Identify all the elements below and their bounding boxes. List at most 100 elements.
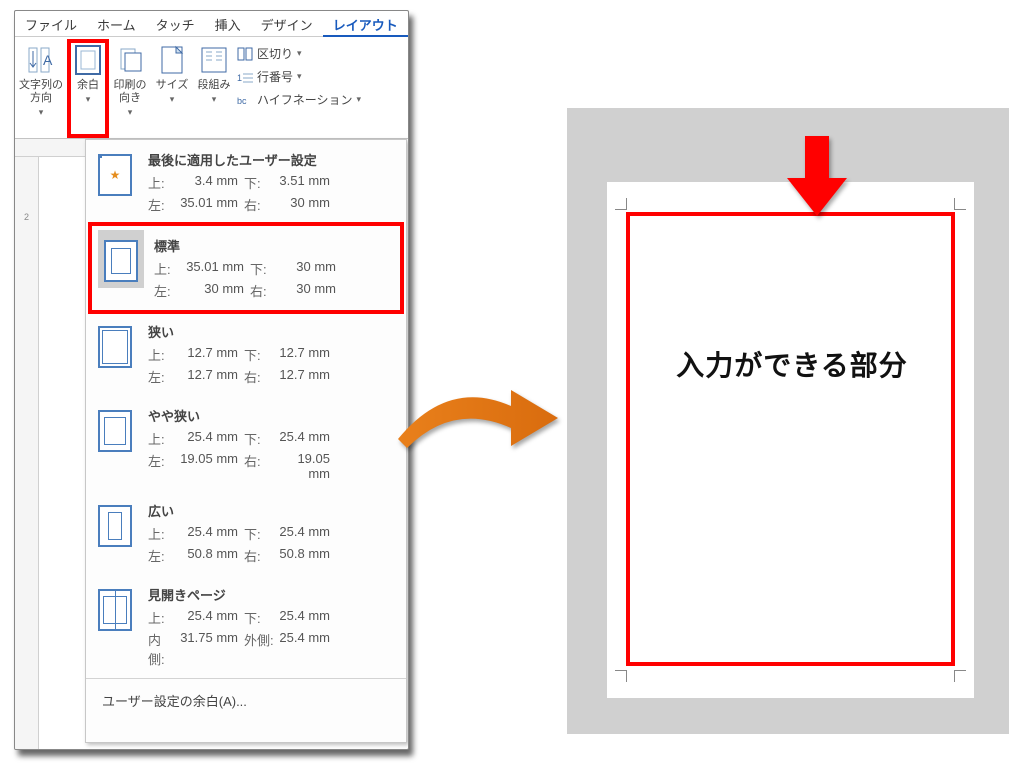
orientation-icon	[113, 43, 147, 77]
margin-value-label: 下:	[244, 608, 276, 627]
breaks-button[interactable]: 区切り▾	[237, 45, 361, 62]
margin-value-label: 右:	[244, 546, 276, 565]
margin-value: 3.4 mm	[176, 173, 244, 192]
crop-mark-icon	[615, 670, 627, 682]
hyphenation-button[interactable]: bc ハイフネーション▾	[237, 91, 361, 108]
margin-value: 30 mm	[182, 281, 250, 300]
page-setup-advanced: 区切り▾ 1 行番号▾ bc ハイフネーション▾	[235, 39, 363, 114]
chevron-down-icon: ▾	[86, 94, 91, 105]
hyphenation-icon: bc	[237, 93, 253, 107]
margin-option-narrow[interactable]: 狭い上:12.7 mm下:12.7 mm左:12.7 mm右:12.7 mm	[86, 312, 406, 396]
margin-value: 50.8 mm	[176, 546, 244, 565]
crop-mark-icon	[954, 198, 966, 210]
crop-mark-icon	[954, 670, 966, 682]
margin-value: 25.4 mm	[276, 608, 336, 627]
margin-value-label: 上:	[148, 608, 176, 627]
margin-value: 3.51 mm	[276, 173, 336, 192]
margin-option-mirror[interactable]: 見開きページ上:25.4 mm下:25.4 mm内側:31.75 mm外側:25…	[86, 575, 406, 678]
margin-value: 12.7 mm	[276, 345, 336, 364]
margin-option-last[interactable]: ★最後に適用したユーザー設定上:3.4 mm下:3.51 mm左:35.01 m…	[86, 140, 406, 224]
margin-option-title: やや狭い	[148, 406, 398, 425]
page-preview-panel: 入力ができる部分	[567, 108, 1009, 734]
orientation-button[interactable]: 印刷の 向き ▾	[109, 39, 151, 138]
horizontal-ruler	[15, 139, 85, 157]
editable-area-box	[626, 212, 955, 666]
margin-value-label: 下:	[250, 259, 282, 278]
margin-option-normal[interactable]: 標準上:35.01 mm下:30 mm左:30 mm右:30 mm	[88, 222, 404, 314]
margin-value: 12.7 mm	[176, 345, 244, 364]
tab-home[interactable]: ホーム	[87, 11, 146, 37]
margin-value: 30 mm	[276, 195, 336, 214]
margin-value-label: 下:	[244, 429, 276, 448]
size-label: サイズ	[156, 79, 189, 92]
ruler-mark: 2	[15, 157, 38, 222]
ribbon-body: A 文字列の 方向 ▾ 余白 ▾ 印刷の 向き ▾ サイズ ▾	[15, 37, 408, 139]
chevron-down-icon: ▾	[39, 107, 44, 118]
margin-value-label: 左:	[148, 195, 176, 214]
margin-value: 12.7 mm	[276, 367, 336, 386]
text-direction-icon: A	[24, 43, 58, 77]
text-direction-button[interactable]: A 文字列の 方向 ▾	[15, 39, 67, 138]
margin-value: 25.4 mm	[276, 524, 336, 543]
margin-preset-icon	[98, 589, 132, 631]
columns-button[interactable]: 段組み ▾	[193, 39, 235, 138]
margin-option-title: 広い	[148, 501, 398, 520]
document-page-edge	[39, 157, 85, 749]
margin-value: 35.01 mm	[176, 195, 244, 214]
margin-value-label: 下:	[244, 173, 276, 192]
word-ribbon-panel: ファイル ホーム タッチ 挿入 デザイン レイアウト A 文字列の 方向 ▾ 余…	[14, 10, 409, 750]
margin-value: 30 mm	[282, 259, 342, 278]
vertical-ruler: 2	[15, 157, 39, 749]
margin-value: 30 mm	[282, 281, 342, 300]
ribbon-tabs: ファイル ホーム タッチ 挿入 デザイン レイアウト	[15, 11, 408, 37]
line-numbers-label: 行番号	[257, 68, 293, 85]
margin-value: 12.7 mm	[176, 367, 244, 386]
margins-dropdown: ★最後に適用したユーザー設定上:3.4 mm下:3.51 mm左:35.01 m…	[85, 139, 407, 743]
margin-value-label: 右:	[250, 281, 282, 300]
margin-value: 25.4 mm	[276, 429, 336, 448]
margin-option-moderate[interactable]: やや狭い上:25.4 mm下:25.4 mm左:19.05 mm右:19.05 …	[86, 396, 406, 491]
margins-icon	[71, 43, 105, 77]
margin-value: 25.4 mm	[176, 608, 244, 627]
chevron-down-icon: ▾	[170, 94, 175, 105]
margin-preset-icon	[104, 240, 138, 282]
tab-touch[interactable]: タッチ	[146, 11, 205, 37]
margin-value: 19.05 mm	[276, 451, 336, 481]
margin-value: 25.4 mm	[176, 524, 244, 543]
line-numbers-button[interactable]: 1 行番号▾	[237, 68, 361, 85]
breaks-label: 区切り	[257, 45, 293, 62]
margin-value: 50.8 mm	[276, 546, 336, 565]
margin-value: 25.4 mm	[276, 630, 336, 668]
margin-value-label: 右:	[244, 367, 276, 386]
margin-preset-icon: ★	[98, 154, 132, 196]
margins-button[interactable]: 余白 ▾	[67, 39, 109, 138]
margin-preset-icon	[98, 505, 132, 547]
margin-value-label: 左:	[148, 451, 176, 481]
custom-margins-item[interactable]: ユーザー設定の余白(A)...	[86, 678, 406, 722]
margin-value-label: 左:	[154, 281, 182, 300]
margin-option-title: 見開きページ	[148, 585, 398, 604]
columns-label: 段組み	[198, 79, 231, 92]
margin-preset-icon	[98, 326, 132, 368]
margin-value-label: 下:	[244, 524, 276, 543]
size-button[interactable]: サイズ ▾	[151, 39, 193, 138]
chevron-down-icon: ▾	[212, 94, 217, 105]
columns-icon	[197, 43, 231, 77]
curved-arrow-icon	[393, 384, 563, 454]
hyphenation-label: ハイフネーション	[257, 91, 353, 108]
text-direction-label: 文字列の 方向	[19, 79, 63, 105]
chevron-down-icon: ▾	[128, 107, 133, 118]
margin-value-label: 右:	[244, 451, 276, 481]
editable-area-caption: 入力ができる部分	[647, 344, 937, 384]
line-numbers-icon: 1	[237, 70, 253, 84]
margin-option-wide[interactable]: 広い上:25.4 mm下:25.4 mm左:50.8 mm右:50.8 mm	[86, 491, 406, 575]
custom-margins-label: ユーザー設定の余白(A)...	[102, 694, 247, 709]
tab-layout[interactable]: レイアウト	[323, 11, 408, 37]
tab-file[interactable]: ファイル	[15, 11, 87, 37]
tab-insert[interactable]: 挿入	[205, 11, 251, 37]
margin-value: 25.4 mm	[176, 429, 244, 448]
tab-design[interactable]: デザイン	[251, 11, 323, 37]
margins-label: 余白	[77, 79, 99, 92]
margin-value-label: 下:	[244, 345, 276, 364]
page-size-icon	[155, 43, 189, 77]
